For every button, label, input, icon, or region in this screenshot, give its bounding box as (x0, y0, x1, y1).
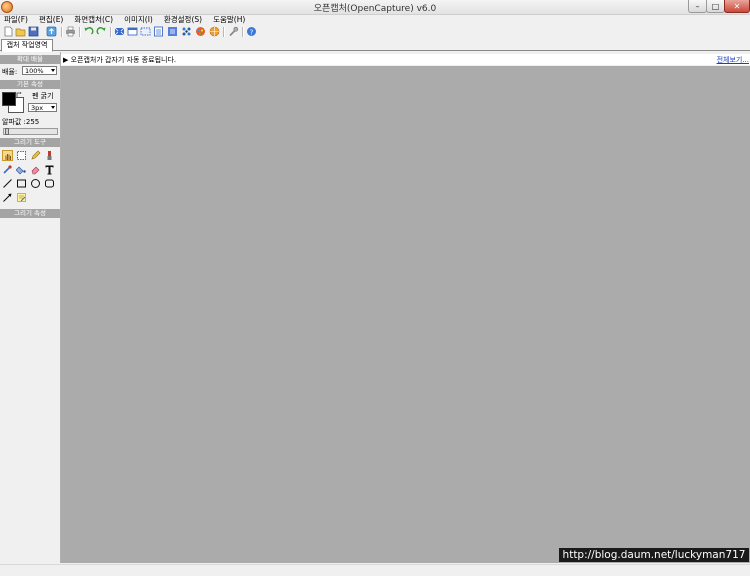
alpha-slider-thumb[interactable] (5, 128, 9, 135)
chevron-down-icon (51, 106, 55, 109)
draw-tools-header: 그리기 도구 (0, 138, 60, 147)
toolbar-separator (79, 27, 81, 37)
toolbar-separator (242, 27, 244, 37)
close-button[interactable]: ✕ (724, 0, 750, 13)
minimize-button[interactable]: – (688, 0, 707, 13)
window-capture-icon[interactable] (127, 26, 138, 37)
menu-bar: 파일(F) 편집(E) 화면캡처(C) 이미지(I) 환경설정(S) 도움말(H… (0, 15, 750, 25)
ellipse-tool-icon[interactable] (30, 178, 41, 189)
blog-watermark: http://blog.daum.net/luckyman717 (559, 548, 749, 562)
menu-help[interactable]: 도움말(H) (213, 15, 245, 25)
fullscreen-capture-icon[interactable] (114, 26, 125, 37)
zoom-section-header: 확대 배율 (0, 55, 60, 64)
window-title: 오픈캡처(OpenCapture) v6.0 (313, 4, 437, 14)
toolbar-separator (110, 27, 112, 37)
freeform-capture-icon[interactable] (167, 26, 178, 37)
settings-wrench-icon[interactable] (228, 26, 239, 37)
toolbar-separator (223, 27, 225, 37)
maximize-button[interactable]: □ (706, 0, 725, 13)
swap-colors-icon[interactable] (16, 91, 22, 97)
status-message: ▶ 오픈캡처가 갑자기 자동 종료됩니다. (63, 56, 177, 64)
open-folder-icon[interactable] (15, 26, 26, 37)
zoom-value: 100% (25, 67, 44, 75)
zoom-select[interactable]: 100% (22, 66, 57, 75)
menu-file[interactable]: 파일(F) (4, 15, 28, 25)
hand-pan-icon[interactable] (2, 150, 13, 161)
text-tool-icon[interactable] (44, 164, 55, 175)
svg-text:?: ? (250, 28, 254, 36)
region-capture-icon[interactable] (140, 26, 151, 37)
redo-icon[interactable] (96, 26, 107, 37)
fullview-link[interactable]: 전체보기... (717, 55, 749, 65)
scroll-capture-icon[interactable] (153, 26, 164, 37)
capture-canvas[interactable] (61, 66, 750, 563)
web-capture-icon[interactable] (209, 26, 220, 37)
menu-edit[interactable]: 편집(E) (39, 15, 63, 25)
upload-icon[interactable] (46, 26, 57, 37)
basic-props-header: 기본 속성 (0, 80, 60, 89)
rectangle-tool-icon[interactable] (16, 178, 27, 189)
alpha-slider[interactable] (3, 128, 58, 135)
toolbar-separator (61, 27, 63, 37)
selection-rect-icon[interactable] (16, 150, 27, 161)
undo-icon[interactable] (83, 26, 94, 37)
tab-strip (0, 40, 750, 51)
line-tool-icon[interactable] (2, 178, 13, 189)
brush-icon[interactable] (44, 150, 55, 161)
menu-screen-capture[interactable]: 화면캡처(C) (74, 15, 113, 25)
rounded-rect-tool-icon[interactable] (44, 178, 55, 189)
menu-settings[interactable]: 환경설정(S) (164, 15, 202, 25)
tab-capture-workspace[interactable]: 캡처 작업영역 (1, 39, 53, 52)
new-file-icon[interactable] (3, 26, 14, 37)
pen-size-label: 펜 굵기 (32, 92, 54, 100)
palette-icon[interactable] (195, 26, 206, 37)
chevron-down-icon (51, 69, 55, 72)
zoom-label: 배율: (2, 68, 18, 76)
foreground-color-swatch[interactable] (2, 92, 16, 106)
draw-props-header: 그리기 속성 (0, 209, 60, 218)
left-panel: 확대 배율 배율: 100% 기본 속성 펜 굵기 3px 알파값 :255 그… (0, 52, 61, 563)
bottom-status-bar (0, 564, 750, 576)
eraser-icon[interactable] (30, 164, 41, 175)
help-icon[interactable]: ? (246, 26, 257, 37)
color-picker-icon[interactable] (181, 26, 192, 37)
eyedropper-icon[interactable] (2, 164, 13, 175)
pencil-icon[interactable] (30, 150, 41, 161)
print-icon[interactable] (65, 26, 76, 37)
paint-bucket-icon[interactable] (16, 164, 27, 175)
menu-image[interactable]: 이미지(I) (124, 15, 153, 25)
toolbar: ? (0, 25, 750, 39)
pen-size-value: 3px (31, 104, 44, 112)
pen-size-select[interactable]: 3px (28, 103, 57, 112)
memo-tool-icon[interactable] (16, 192, 27, 203)
arrow-tool-icon[interactable] (2, 192, 13, 203)
alpha-label: 알파값 :255 (2, 118, 40, 126)
save-icon[interactable] (28, 26, 39, 37)
